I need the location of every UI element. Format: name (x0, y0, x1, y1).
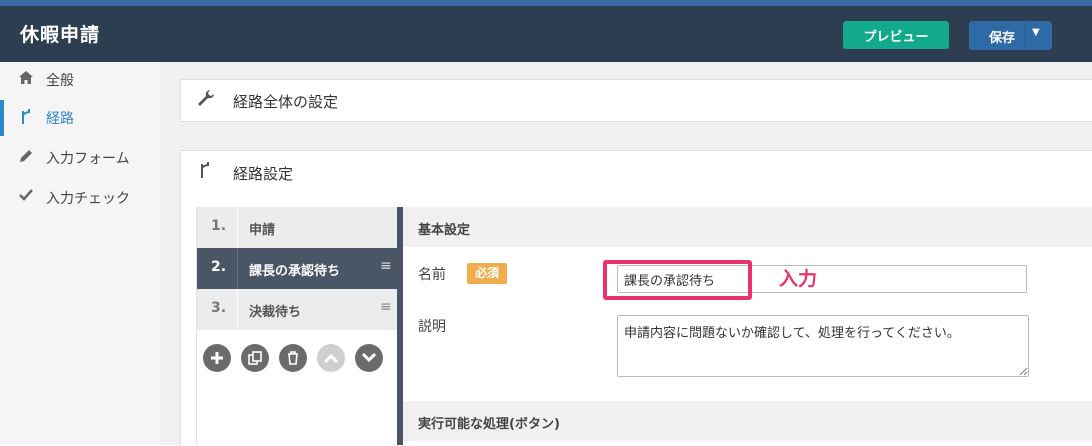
step-number: 2. (211, 259, 227, 275)
step-number: 3. (211, 300, 227, 316)
preview-button[interactable]: プレビュー (843, 21, 949, 49)
check-icon (18, 189, 34, 205)
delete-step-button[interactable] (279, 344, 307, 372)
trash-icon (288, 351, 298, 365)
route-icon (199, 162, 211, 182)
sidebar-item-label: 入力フォーム (46, 151, 130, 167)
basic-settings-header: 基本設定 (403, 207, 1092, 247)
top-stripe (0, 0, 1092, 6)
step-item[interactable]: 1. 申請 (197, 207, 398, 249)
step-list: 1. 申請 2. 課長の承認待ち ≡ 3. 決裁待ち ≡ (196, 207, 398, 445)
panel-title: 経路設定 (233, 165, 294, 183)
wrench-icon (197, 90, 215, 112)
step-name: 課長の承認待ち (249, 264, 341, 279)
step-item-active[interactable]: 2. 課長の承認待ち ≡ (197, 248, 398, 290)
drag-handle-icon[interactable]: ≡ (380, 299, 392, 315)
top-bar: 休暇申請 プレビュー 保存 ▼ (0, 0, 1092, 62)
app-title: 休暇申請 (20, 24, 101, 46)
move-down-button[interactable] (355, 344, 383, 372)
step-item[interactable]: 3. 決裁待ち ≡ (197, 289, 398, 331)
move-up-button[interactable] (317, 344, 345, 372)
step-number-box: 3. (197, 289, 238, 330)
drag-handle-icon[interactable]: ≡ (380, 258, 392, 274)
sidebar-item-general[interactable]: 全般 (0, 62, 160, 98)
name-label: 名前 (418, 267, 446, 283)
add-step-button[interactable] (203, 344, 231, 372)
add-icon (211, 352, 223, 364)
section-title: 基本設定 (418, 223, 471, 238)
caret-down-icon[interactable]: ▼ (1032, 27, 1040, 38)
section-title: 実行可能な処理(ボタン) (418, 417, 560, 432)
sidebar-item-route[interactable]: 経路 (0, 100, 160, 136)
sidebar: 全般 経路 入力フォーム 入力チェック (0, 62, 160, 445)
step-number: 1. (211, 218, 227, 234)
active-indicator (0, 100, 4, 136)
home-icon (18, 71, 34, 88)
sidebar-item-input-check[interactable]: 入力チェック (0, 180, 160, 216)
chevron-down-icon (361, 352, 377, 363)
copy-icon (248, 351, 262, 365)
annotation-label: 入力 (779, 268, 818, 290)
step-number-box: 1. (197, 207, 238, 248)
step-name: 決裁待ち (249, 305, 302, 320)
sidebar-item-input-form[interactable]: 入力フォーム (0, 140, 160, 176)
sidebar-item-label: 経路 (46, 111, 74, 127)
pencil-icon (18, 149, 34, 167)
sidebar-item-label: 入力チェック (46, 191, 130, 207)
sidebar-item-label: 全般 (46, 73, 74, 89)
route-icon (18, 109, 34, 128)
step-description-textarea[interactable]: 申請内容に問題ないか確認して、処理を行ってください。 (617, 315, 1029, 377)
actions-header: 実行可能な処理(ボタン) (403, 401, 1092, 441)
save-button[interactable]: 保存 ▼ (969, 21, 1052, 50)
save-button-label: 保存 (989, 31, 1016, 46)
annotation-highlight-box (603, 260, 752, 300)
panel-title: 経路全体の設定 (233, 93, 339, 111)
copy-step-button[interactable] (241, 344, 269, 372)
step-name: 申請 (249, 223, 276, 238)
required-badge: 必須 (467, 263, 507, 284)
chevron-up-icon (323, 353, 339, 364)
description-label: 説明 (418, 319, 446, 335)
save-divider (1025, 21, 1026, 50)
step-number-box: 2. (197, 248, 238, 289)
route-global-settings-panel[interactable]: 経路全体の設定 (180, 79, 1092, 122)
